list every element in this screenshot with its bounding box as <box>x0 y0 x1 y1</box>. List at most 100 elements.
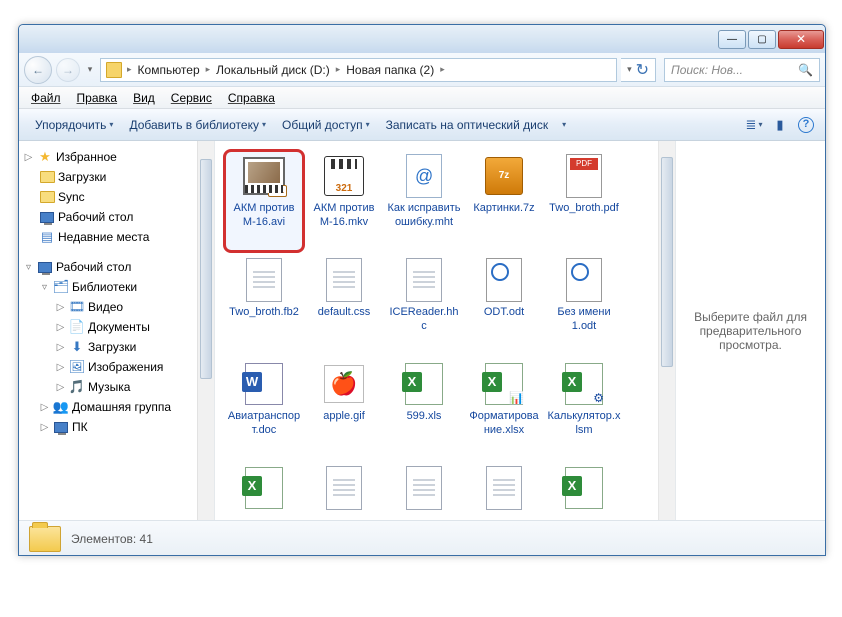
folder-icon <box>39 189 55 205</box>
file-item[interactable]: 7zКартинки.7z <box>465 151 543 251</box>
organize-button[interactable]: Упорядочить▾ <box>27 114 121 136</box>
preview-pane: Выберите файл для предварительного просм… <box>675 141 825 520</box>
tree-sync[interactable]: Sync <box>58 190 85 204</box>
files-scrollbar[interactable] <box>658 141 675 520</box>
menu-view[interactable]: Вид <box>125 89 163 107</box>
collapse-icon[interactable]: ▷ <box>55 342 66 353</box>
file-item[interactable]: ICEReader.hhc <box>385 255 463 355</box>
tree-downloads[interactable]: Загрузки <box>58 170 106 184</box>
tree-documents[interactable]: Документы <box>88 320 150 334</box>
file-item[interactable]: Как исправить ошибку.mht <box>385 151 463 251</box>
burn-button[interactable]: Записать на оптический диск <box>378 114 557 136</box>
crumb-drive-d[interactable]: Локальный диск (D:) <box>212 63 334 77</box>
file-item[interactable]: 599.xls <box>385 359 463 459</box>
collapse-icon[interactable]: ▷ <box>23 152 34 163</box>
file-item[interactable] <box>385 463 463 520</box>
crumb-computer[interactable]: Компьютер <box>134 63 204 77</box>
tree-music[interactable]: Музыка <box>88 380 130 394</box>
file-name: Калькулятор.xlsm <box>547 410 621 438</box>
collapse-icon[interactable]: ▷ <box>55 322 66 333</box>
menu-tools[interactable]: Сервис <box>163 89 220 107</box>
chevron-down-icon: ▾ <box>109 120 113 129</box>
file-item[interactable] <box>305 463 383 520</box>
chevron-right-icon[interactable]: ▸ <box>204 64 213 75</box>
mht-icon <box>400 153 448 199</box>
file-name: Картинки.7z <box>473 202 534 216</box>
tree-pictures[interactable]: Изображения <box>88 360 163 374</box>
file-item[interactable]: default.css <box>305 255 383 355</box>
tree-desktop[interactable]: Рабочий стол <box>58 210 133 224</box>
file-name: Форматирование.xlsx <box>467 410 541 438</box>
collapse-icon[interactable]: ▷ <box>55 362 66 373</box>
file-item[interactable]: ⚙ Калькулятор.xlsm <box>545 359 623 459</box>
file-item[interactable]: 321АКМ против М-16.mkv <box>305 151 383 251</box>
folder-icon <box>106 62 122 78</box>
forward-button[interactable]: → <box>56 58 80 82</box>
collapse-icon[interactable]: ▷ <box>39 422 50 433</box>
search-placeholder: Поиск: Нов... <box>671 63 743 77</box>
xls-icon: ⚙ <box>560 361 608 407</box>
menu-file[interactable]: Файл <box>23 89 69 107</box>
back-button[interactable]: ← <box>24 56 52 84</box>
tree-recent[interactable]: Недавние места <box>58 230 149 244</box>
tree-video[interactable]: Видео <box>88 300 123 314</box>
vid-icon: 321 <box>240 153 288 199</box>
preview-placeholder: Выберите файл для предварительного просм… <box>686 310 815 352</box>
file-item[interactable]: Авиатранспорт.doc <box>225 359 303 459</box>
file-item[interactable]: 📊Форматирование.xlsx <box>465 359 543 459</box>
expand-icon[interactable]: ▿ <box>23 262 34 273</box>
odt-icon <box>480 257 528 303</box>
desktop-icon <box>39 209 55 225</box>
collapse-icon[interactable]: ▷ <box>39 402 50 413</box>
close-button[interactable]: ✕ <box>778 30 824 49</box>
content-area: ▷★Избранное Загрузки Sync Рабочий стол ▤… <box>19 141 825 520</box>
minimize-button[interactable]: — <box>718 30 746 49</box>
navigation-tree[interactable]: ▷★Избранное Загрузки Sync Рабочий стол ▤… <box>19 141 215 520</box>
chevron-right-icon[interactable]: ▸ <box>334 64 343 75</box>
share-button[interactable]: Общий доступ▾ <box>274 114 378 136</box>
tree-desktop-root[interactable]: Рабочий стол <box>56 260 131 274</box>
add-to-library-button[interactable]: Добавить в библиотеку▾ <box>121 114 274 136</box>
preview-pane-button[interactable]: ▮ <box>769 114 791 136</box>
menu-help[interactable]: Справка <box>220 89 283 107</box>
tree-libraries[interactable]: Библиотеки <box>72 280 137 294</box>
dropdown-icon[interactable]: ▾ <box>627 64 632 75</box>
file-item[interactable] <box>465 463 543 520</box>
file-name: Как исправить ошибку.mht <box>387 202 461 230</box>
search-input[interactable]: Поиск: Нов... 🔍 <box>664 58 820 82</box>
chevron-down-icon: ▾ <box>366 120 370 129</box>
collapse-icon[interactable]: ▷ <box>55 382 66 393</box>
chevron-right-icon[interactable]: ▸ <box>125 64 134 75</box>
change-view-button[interactable]: ≣▾ <box>743 114 765 136</box>
doc-icon <box>320 257 368 303</box>
menu-edit[interactable]: Правка <box>69 89 126 107</box>
file-name: Авиатранспорт.doc <box>227 410 301 438</box>
collapse-icon[interactable]: ▷ <box>55 302 66 313</box>
tree-pc[interactable]: ПК <box>72 420 88 434</box>
chevron-right-icon[interactable]: ▸ <box>438 64 447 75</box>
expand-icon[interactable]: ▿ <box>39 282 50 293</box>
tree-favorites[interactable]: Избранное <box>56 150 117 164</box>
file-item[interactable] <box>225 463 303 520</box>
refresh-button[interactable]: ↻ <box>636 60 649 80</box>
file-item[interactable]: ODT.odt <box>465 255 543 355</box>
file-name: Two_broth.fb2 <box>229 306 299 320</box>
tree-homegroup[interactable]: Домашняя группа <box>72 400 171 414</box>
history-dropdown[interactable]: ▾ <box>84 64 96 75</box>
video-icon: 🎞 <box>69 299 85 315</box>
file-item[interactable]: 321АКМ против М-16.avi <box>225 151 303 251</box>
help-button[interactable]: ? <box>795 114 817 136</box>
file-item[interactable]: 🍎apple.gif <box>305 359 383 459</box>
overflow-button[interactable]: ▾ <box>556 120 572 129</box>
file-item[interactable] <box>545 463 623 520</box>
crumb-folder[interactable]: Новая папка (2) <box>342 63 438 77</box>
file-list[interactable]: 321АКМ против М-16.avi321АКМ против М-16… <box>215 141 675 520</box>
tree-scrollbar[interactable] <box>197 141 214 520</box>
search-icon[interactable]: 🔍 <box>798 63 813 77</box>
file-item[interactable]: Без имени 1.odt <box>545 255 623 355</box>
file-item[interactable]: Two_broth.pdf <box>545 151 623 251</box>
file-item[interactable]: Two_broth.fb2 <box>225 255 303 355</box>
maximize-button[interactable]: ▢ <box>748 30 776 49</box>
breadcrumb[interactable]: ▸ Компьютер ▸ Локальный диск (D:) ▸ Нова… <box>100 58 617 82</box>
tree-downloads-lib[interactable]: Загрузки <box>88 340 136 354</box>
